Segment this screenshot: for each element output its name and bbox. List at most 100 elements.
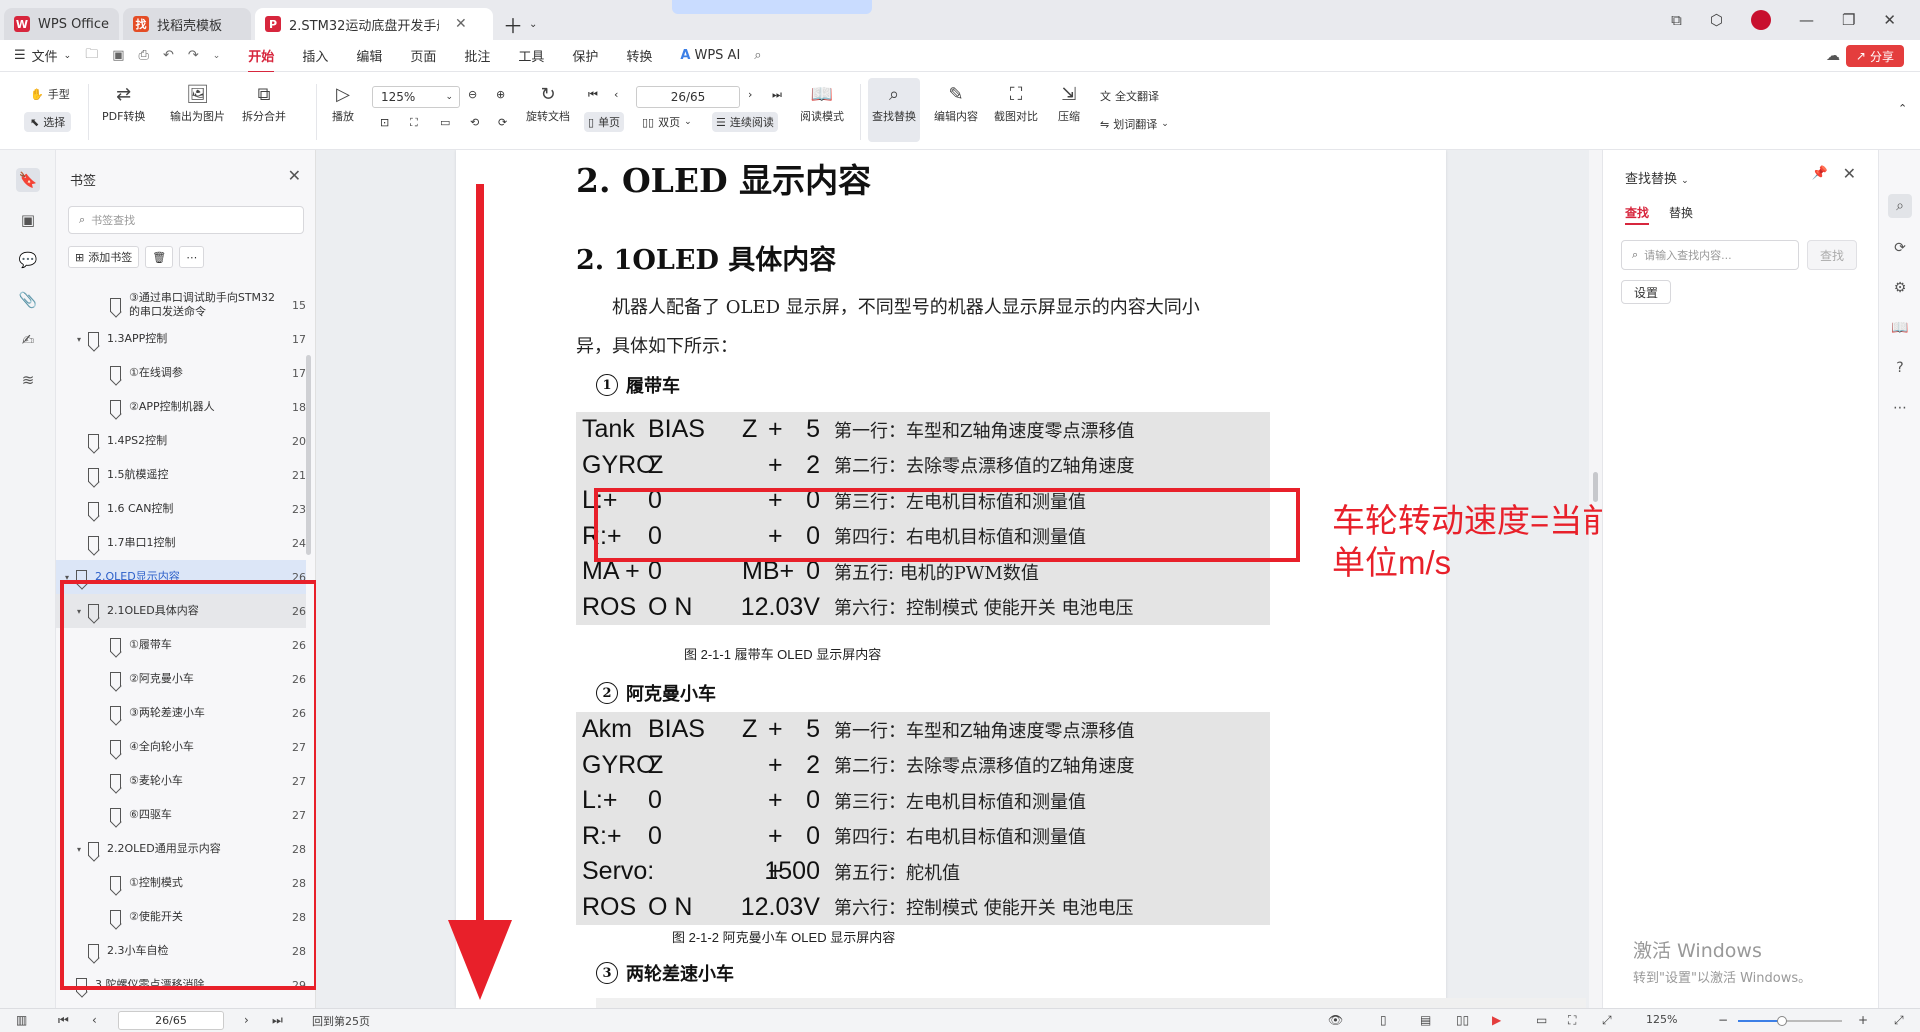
continuous-read-button[interactable]: ☰ 连续阅读: [712, 112, 778, 132]
reader-icon[interactable]: 📖: [1888, 316, 1912, 340]
undo-icon[interactable]: ↶: [163, 48, 174, 63]
single-page-view-icon[interactable]: ▯: [1380, 1013, 1387, 1027]
menu-wps-ai[interactable]: A WPS AI: [680, 48, 740, 63]
expand-icon[interactable]: ⤢: [1894, 1013, 1904, 1028]
bookmark-search-input[interactable]: ⌕ 书签查找: [68, 206, 304, 234]
menu-tools[interactable]: 工具: [518, 46, 544, 65]
find-panel-title[interactable]: 查找替换 ⌄: [1625, 168, 1689, 187]
tab-find[interactable]: 查找: [1625, 204, 1650, 225]
read-mode-button[interactable]: 📖 阅读模式: [800, 82, 844, 124]
bookmark-item[interactable]: 1.5航模遥控 21: [56, 458, 306, 492]
save-icon[interactable]: ▣: [112, 48, 124, 63]
settings-button[interactable]: 设置: [1621, 280, 1672, 304]
menu-page[interactable]: 页面: [410, 46, 436, 65]
rotate-left-icon[interactable]: ⟲: [470, 116, 479, 129]
select-tool-button[interactable]: ⬉ 选择: [24, 112, 72, 132]
bookmark-item[interactable]: 1.6 CAN控制 23: [56, 492, 306, 526]
scroll-thumb[interactable]: [1593, 472, 1598, 502]
menu-edit[interactable]: 编辑: [356, 46, 382, 65]
minimize-icon[interactable]: —: [1799, 11, 1814, 29]
zoom-in-icon[interactable]: ⊕: [496, 88, 505, 101]
double-page-button[interactable]: ▯▯ 双页 ⌄: [642, 114, 692, 130]
word-translate-button[interactable]: ⇋ 划词翻译 ⌄: [1100, 116, 1169, 132]
menu-home[interactable]: 开始: [248, 46, 275, 73]
bookmark-item[interactable]: ▾ 1.3APP控制 17: [56, 322, 306, 356]
next-page-icon[interactable]: ›: [244, 1013, 249, 1027]
export-image-button[interactable]: 🖼 输出为图片: [170, 82, 225, 124]
chevron-down-icon[interactable]: ⌄: [529, 8, 537, 40]
document-view-icon[interactable]: ▤: [1420, 1013, 1431, 1027]
bookmark-item[interactable]: 1.4PS2控制 20: [56, 424, 306, 458]
cube-icon[interactable]: ⬡: [1710, 11, 1723, 29]
zoom-select[interactable]: 125% ⌄: [372, 86, 460, 108]
expand-caret-icon[interactable]: ▾: [74, 335, 84, 344]
screenshot-compare-button[interactable]: ⛶ 截图对比: [994, 82, 1038, 124]
tab-template[interactable]: 找 找稻壳模板: [123, 8, 252, 40]
avatar[interactable]: [1750, 10, 1771, 30]
prev-page-icon[interactable]: ‹: [614, 88, 618, 101]
page-number-input[interactable]: 26/65: [636, 86, 740, 108]
open-folder-icon[interactable]: 🗀: [85, 45, 98, 67]
menu-protect[interactable]: 保护: [572, 46, 598, 65]
compress-button[interactable]: ⇲ 压缩: [1058, 82, 1080, 124]
status-page-input[interactable]: 26/65: [118, 1011, 224, 1030]
bookmark-item[interactable]: ②APP控制机器人 18: [56, 390, 306, 424]
maximize-icon[interactable]: ❐: [1842, 11, 1855, 29]
fit-width-icon[interactable]: ▭: [1536, 1013, 1547, 1027]
thumbnail-icon[interactable]: ▣: [16, 208, 40, 232]
zoom-slider[interactable]: [1738, 1016, 1842, 1026]
new-tab-button[interactable]: ＋: [503, 8, 523, 40]
search-icon[interactable]: ⌕: [754, 48, 761, 63]
menu-insert[interactable]: 插入: [302, 46, 328, 65]
cloud-icon[interactable]: ☁: [1826, 48, 1840, 64]
fit-width-icon[interactable]: ▭: [440, 116, 450, 129]
fit-page-icon[interactable]: ⛶: [410, 116, 418, 130]
actual-size-icon[interactable]: ⊡: [380, 116, 389, 129]
file-menu[interactable]: ☰ 文件 ⌄: [14, 46, 71, 65]
search-icon[interactable]: ⌕: [1888, 194, 1912, 218]
bookmark-item[interactable]: ③通过串口调试助手向STM32的串口发送命令 15: [56, 288, 306, 322]
last-page-icon[interactable]: ⏭: [772, 88, 782, 102]
comment-icon[interactable]: 💬: [16, 248, 40, 272]
zoom-out-icon[interactable]: −: [1718, 1013, 1728, 1027]
sync-icon[interactable]: ⟳: [1888, 236, 1912, 260]
share-button[interactable]: ↗ 分享: [1845, 45, 1904, 67]
pin-icon[interactable]: 📌: [1812, 166, 1828, 181]
bookmark-scrollbar[interactable]: [306, 355, 311, 555]
restore-tabs-icon[interactable]: ⧉: [1671, 11, 1682, 29]
first-page-icon[interactable]: ⏮: [588, 88, 598, 102]
bookmark-item[interactable]: ①在线调参 17: [56, 356, 306, 390]
edit-content-button[interactable]: ✎ 编辑内容: [934, 82, 978, 124]
zoom-in-icon[interactable]: +: [1858, 1013, 1868, 1027]
full-translate-button[interactable]: 文全文翻译: [1100, 88, 1159, 104]
collapse-ribbon-icon[interactable]: ⌃: [1898, 102, 1907, 115]
add-bookmark-button[interactable]: ⊞ 添加书签: [68, 246, 140, 268]
print-icon[interactable]: ⎙: [139, 48, 149, 63]
tab-document[interactable]: P 2.STM32运动底盘开发手册_R ✕: [255, 8, 494, 40]
close-window-icon[interactable]: ✕: [1883, 11, 1896, 29]
first-page-icon[interactable]: ⏮: [58, 1013, 69, 1028]
more-options-button[interactable]: ⋯: [179, 246, 205, 268]
play-icon[interactable]: ▶: [1492, 1013, 1501, 1027]
find-replace-button[interactable]: ⌕ 查找替换: [868, 78, 920, 142]
tab-replace[interactable]: 替换: [1669, 204, 1693, 221]
single-page-button[interactable]: ▯ 单页: [584, 112, 625, 132]
find-button[interactable]: 查找: [1807, 240, 1857, 270]
rotate-doc-button[interactable]: ↻ 旋转文档: [526, 82, 570, 124]
bookmark-icon[interactable]: 🔖: [16, 168, 40, 192]
last-page-icon[interactable]: ⏭: [272, 1013, 283, 1028]
hand-tool-button[interactable]: ✋ 手型: [30, 86, 70, 102]
find-input[interactable]: ⌕ 请输入查找内容...: [1621, 240, 1799, 270]
close-tab-icon[interactable]: ✕: [455, 16, 467, 32]
chevron-down-icon[interactable]: ⌄: [213, 51, 221, 61]
prev-page-icon[interactable]: ‹: [92, 1013, 97, 1027]
fit-page-icon[interactable]: ⛶: [1568, 1013, 1576, 1028]
menu-convert[interactable]: 转换: [626, 46, 652, 65]
attachment-icon[interactable]: 📎: [16, 288, 40, 312]
more-icon[interactable]: ⋯: [1888, 396, 1912, 420]
rotate-right-icon[interactable]: ⟳: [498, 116, 507, 129]
go-back-page-link[interactable]: 回到第25页: [312, 1013, 370, 1029]
close-icon[interactable]: ✕: [288, 166, 301, 185]
bookmark-item[interactable]: 1.7串口1控制 24: [56, 526, 306, 560]
layers-icon[interactable]: ≋: [16, 368, 40, 392]
